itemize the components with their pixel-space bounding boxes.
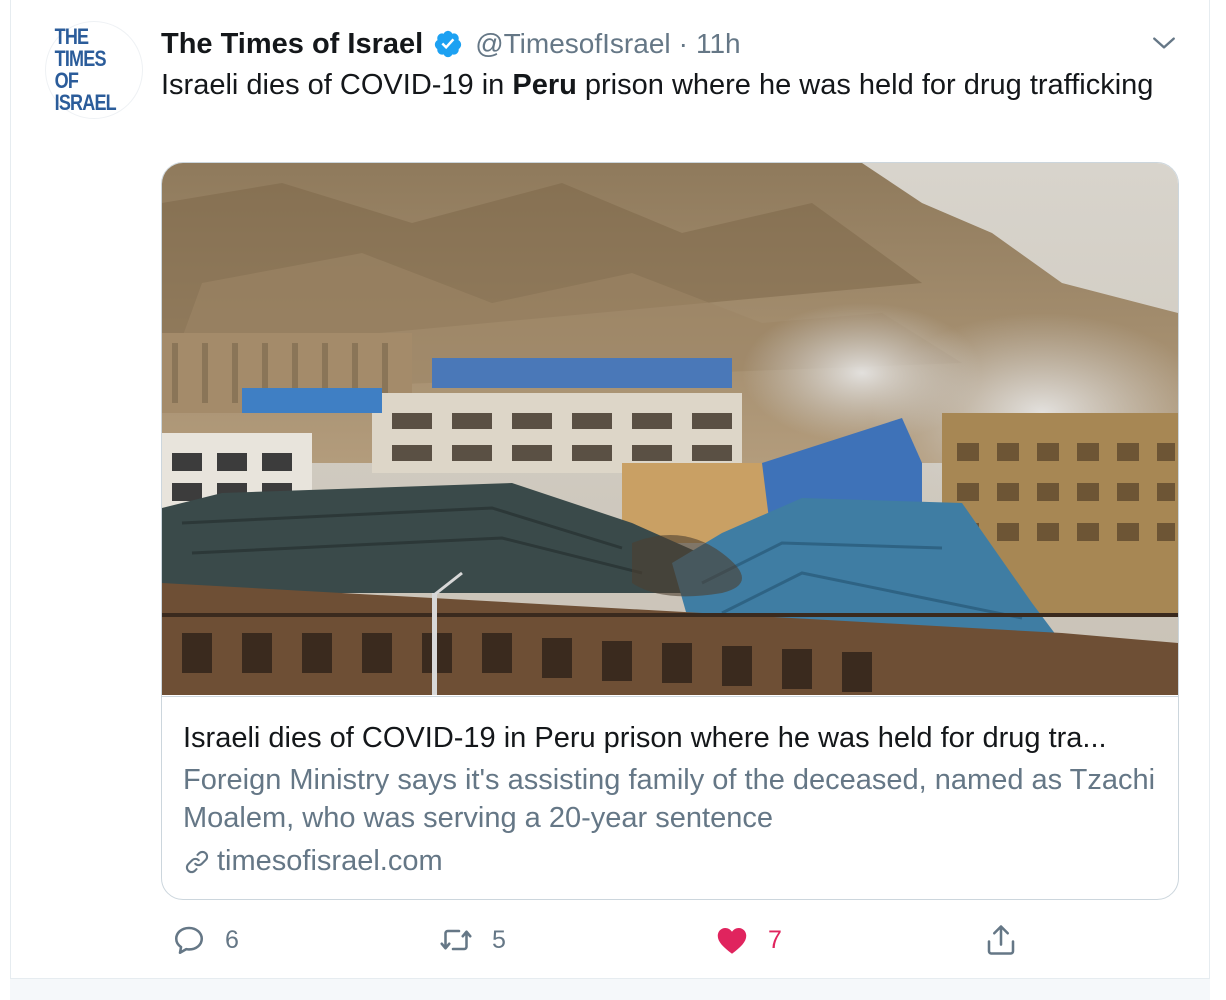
tweet-timestamp[interactable]: 11h xyxy=(696,28,741,60)
share-icon xyxy=(987,925,1015,955)
like-count: 7 xyxy=(768,925,782,954)
tweet-text-part: Israeli dies of COVID-19 in xyxy=(161,69,513,101)
retweet-icon xyxy=(440,929,472,951)
tweet[interactable]: THE TIMES OF ISRAEL The Times of Israel … xyxy=(10,0,1210,979)
account-handle[interactable]: @TimesofIsrael xyxy=(475,28,670,60)
card-image xyxy=(162,163,1178,695)
link-icon xyxy=(185,850,209,873)
tweet-actions: 6 5 7 xyxy=(161,918,1061,962)
card-domain: timesofisrael.com xyxy=(183,845,443,878)
reply-button[interactable]: 6 xyxy=(171,918,239,962)
link-card[interactable]: Israeli dies of COVID-19 in Peru prison … xyxy=(161,162,1179,900)
account-name[interactable]: The Times of Israel xyxy=(161,28,423,61)
tweet-text: Israeli dies of COVID-19 in Peru prison … xyxy=(161,66,1171,104)
timeline-background xyxy=(10,979,1210,1000)
header-separator: · xyxy=(678,28,688,59)
like-button[interactable]: 7 xyxy=(714,918,782,962)
tweet-header: The Times of Israel @TimesofIsrael · 11h xyxy=(161,26,741,62)
chevron-down-icon[interactable] xyxy=(1151,30,1177,56)
reply-icon xyxy=(174,926,204,955)
tweet-text-part: prison where he was held for drug traffi… xyxy=(576,69,1154,101)
avatar-logo-line2: OF ISRAEL xyxy=(54,68,117,115)
avatar[interactable]: THE TIMES OF ISRAEL xyxy=(46,22,142,118)
verified-badge-icon xyxy=(435,30,462,58)
card-title: Israeli dies of COVID-19 in Peru prison … xyxy=(183,722,1107,754)
retweet-button[interactable]: 5 xyxy=(438,918,506,962)
card-description: Foreign Ministry says it's assisting fam… xyxy=(183,764,1156,834)
retweet-count: 5 xyxy=(492,925,506,954)
card-domain-text: timesofisrael.com xyxy=(217,845,443,877)
card-body: Israeli dies of COVID-19 in Peru prison … xyxy=(162,696,1178,899)
avatar-logo-line1: THE TIMES xyxy=(54,24,107,71)
reply-count: 6 xyxy=(225,925,239,954)
heart-icon xyxy=(717,928,747,954)
tweet-text-bold: Peru xyxy=(512,69,577,101)
share-button[interactable] xyxy=(983,918,1019,962)
